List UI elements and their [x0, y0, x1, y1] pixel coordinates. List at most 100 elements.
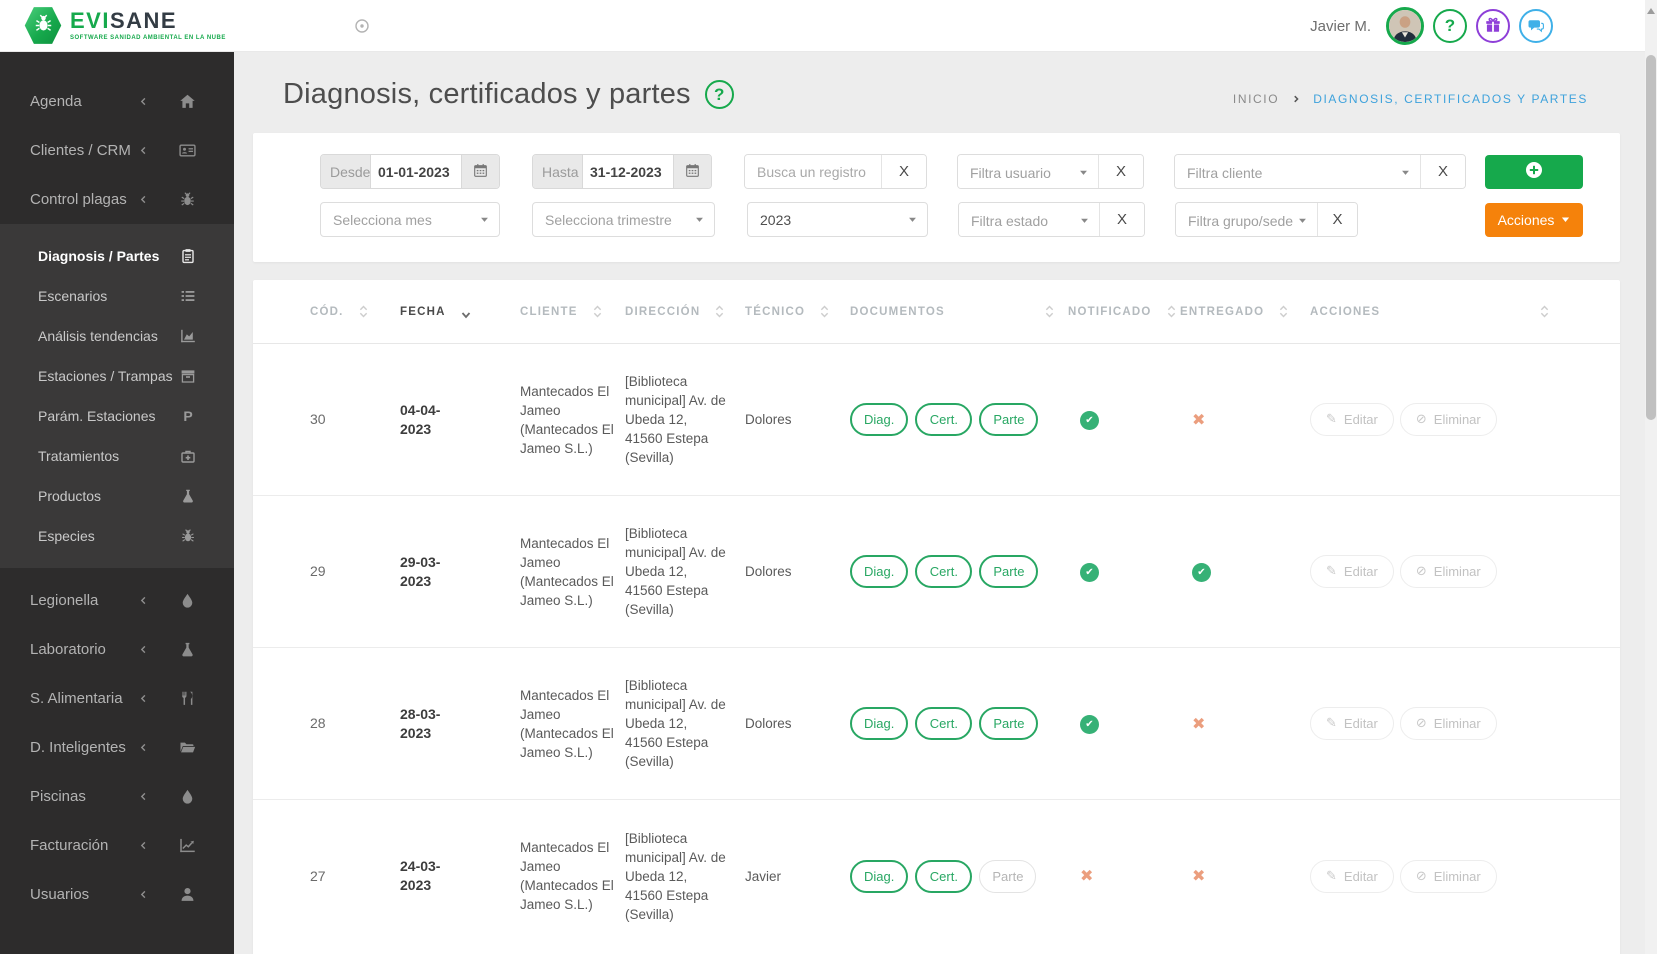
diag-document-button[interactable]: Diag.	[850, 555, 909, 588]
cert-document-button[interactable]: Cert.	[915, 555, 973, 588]
user-name[interactable]: Javier M.	[1310, 18, 1371, 35]
date-to-input[interactable]	[583, 155, 673, 188]
clear-user-filter-button[interactable]: X	[1098, 155, 1143, 188]
idcard-icon	[179, 142, 196, 159]
row-documents: Diag. Cert. Parte	[850, 859, 1068, 893]
cert-document-button[interactable]: Cert.	[915, 403, 973, 436]
delete-button[interactable]: ⊘ Eliminar	[1399, 707, 1497, 740]
row-documents: Diag. Cert. Parte	[850, 707, 1068, 740]
window-scrollbar[interactable]	[1645, 0, 1657, 954]
chat-button[interactable]	[1519, 9, 1553, 43]
delete-button[interactable]: ⊘ Eliminar	[1399, 859, 1497, 893]
app-logo[interactable]: EVISANE SOFTWARE SANIDAD AMBIENTAL EN LA…	[24, 6, 226, 46]
table-row: 29 29-03-2023 Mantecados El Jameo (Mante…	[253, 496, 1620, 648]
row-delivered: ✖	[1180, 410, 1310, 430]
sidebar-item-usuarios[interactable]: Usuarios	[0, 870, 234, 919]
sidebar-subitem-diagnosis-partes[interactable]: Diagnosis / Partes	[0, 236, 234, 276]
scrollbar-up-arrow[interactable]	[1647, 8, 1655, 14]
sort-icon[interactable]	[359, 304, 368, 319]
help-button[interactable]: ?	[1433, 9, 1467, 43]
edit-button[interactable]: ✎ Editar	[1310, 555, 1394, 588]
col-header-direccion[interactable]: DIRECCIÓN	[625, 304, 745, 319]
edit-button[interactable]: ✎ Editar	[1310, 403, 1394, 436]
sort-icon[interactable]	[820, 304, 829, 319]
clear-group-site-filter-button[interactable]: X	[1317, 203, 1357, 236]
sidebar-subitem-an-lisis-tendencias[interactable]: Análisis tendencias	[0, 316, 234, 356]
sort-icon[interactable]	[593, 304, 602, 319]
filter-state-select[interactable]: Filtra estado	[959, 203, 1099, 236]
filter-group-site-select[interactable]: Filtra grupo/sede	[1176, 203, 1317, 236]
row-actions: ✎ Editar ⊘ Eliminar	[1310, 403, 1563, 436]
col-header-entregado[interactable]: ENTREGADO	[1180, 304, 1310, 319]
col-header-notificado[interactable]: NOTIFICADO	[1068, 304, 1180, 319]
diag-document-button[interactable]: Diag.	[850, 707, 909, 740]
diag-document-button[interactable]: Diag.	[850, 403, 909, 436]
diag-document-button[interactable]: Diag.	[850, 859, 909, 893]
edit-button[interactable]: ✎ Editar	[1310, 859, 1394, 893]
date-from-input[interactable]	[371, 155, 461, 188]
parte-document-button[interactable]: Parte	[979, 555, 1039, 588]
sort-icon[interactable]	[1279, 304, 1288, 319]
gift-button[interactable]	[1476, 9, 1510, 43]
col-header-cod[interactable]: CÓD.	[310, 304, 400, 319]
calendar-button[interactable]	[461, 155, 499, 188]
sort-icon[interactable]	[1540, 304, 1549, 319]
sidebar-item-legionella[interactable]: Legionella	[0, 576, 234, 625]
col-header-fecha[interactable]: FECHA	[400, 304, 520, 320]
parte-document-button[interactable]: Parte	[979, 707, 1039, 740]
sidebar-item-facturaci-n[interactable]: Facturación	[0, 821, 234, 870]
col-header-cliente[interactable]: CLIENTE	[520, 304, 625, 319]
sidebar-item-d-inteligentes[interactable]: D. Inteligentes	[0, 723, 234, 772]
sidebar-subitem-tratamientos[interactable]: Tratamientos	[0, 436, 234, 476]
sort-icon[interactable]	[715, 304, 724, 319]
sidebar-subitem-escenarios[interactable]: Escenarios	[0, 276, 234, 316]
parte-document-button[interactable]: Parte	[979, 403, 1039, 436]
search-input[interactable]	[745, 155, 881, 188]
delete-button[interactable]: ⊘ Eliminar	[1399, 555, 1497, 588]
sidebar-item-s-alimentaria[interactable]: S. Alimentaria	[0, 674, 234, 723]
sidebar-subitem-estaciones-trampas[interactable]: Estaciones / Trampas	[0, 356, 234, 396]
sidebar-item-control-plagas[interactable]: Control plagas	[0, 175, 234, 224]
edit-button[interactable]: ✎ Editar	[1310, 707, 1394, 740]
col-header-documentos[interactable]: DOCUMENTOS	[850, 304, 1068, 319]
col-header-tecnico[interactable]: TÉCNICO	[745, 304, 850, 319]
col-header-acciones[interactable]: ACCIONES	[1310, 304, 1563, 319]
sort-icon[interactable]	[1167, 304, 1176, 319]
sidebar-item-piscinas[interactable]: Piscinas	[0, 772, 234, 821]
sort-icon[interactable]	[1045, 304, 1054, 319]
sidebar-subitem-par-m-estaciones[interactable]: Parám. Estaciones P	[0, 396, 234, 436]
clear-state-filter-button[interactable]: X	[1099, 203, 1144, 236]
month-select[interactable]: Selecciona mes	[320, 202, 500, 237]
sidebar-item-clientes-crm[interactable]: Clientes / CRM	[0, 126, 234, 175]
delete-button[interactable]: ⊘ Eliminar	[1399, 403, 1497, 436]
acciones-button[interactable]: Acciones	[1485, 202, 1583, 237]
cert-document-button[interactable]: Cert.	[915, 859, 973, 893]
logo-hexagon	[24, 7, 62, 44]
calendar-button[interactable]	[673, 155, 711, 188]
row-address: [Biblioteca municipal] Av. de Ubeda 12, …	[625, 526, 726, 617]
breadcrumb-home[interactable]: INICIO	[1233, 92, 1279, 106]
sort-desc-icon[interactable]	[461, 310, 471, 320]
sidebar-submenu: Diagnosis / Partes Escenarios Análisis t…	[0, 224, 234, 568]
row-client: Mantecados El Jameo (Mantecados El Jameo…	[520, 383, 614, 456]
chevron-left-icon	[138, 96, 149, 107]
scrollbar-thumb[interactable]	[1646, 55, 1656, 420]
clear-client-filter-button[interactable]: X	[1420, 155, 1465, 188]
quarter-select[interactable]: Selecciona trimestre	[532, 202, 715, 237]
cert-document-button[interactable]: Cert.	[915, 707, 973, 740]
sidebar-item-agenda[interactable]: Agenda	[0, 77, 234, 126]
sidebar-item-laboratorio[interactable]: Laboratorio	[0, 625, 234, 674]
clear-search-button[interactable]: X	[881, 155, 926, 188]
year-select[interactable]: 2023	[747, 202, 928, 237]
add-record-button[interactable]	[1485, 154, 1583, 189]
avatar[interactable]	[1386, 7, 1424, 45]
filter-user-select[interactable]: Filtra usuario	[958, 155, 1098, 188]
search-group: X	[744, 154, 927, 189]
sidebar-subitem-especies[interactable]: Especies	[0, 516, 234, 556]
caret-down-icon	[908, 215, 917, 224]
parte-document-button[interactable]: Parte	[979, 859, 1037, 893]
filter-client-select[interactable]: Filtra cliente	[1175, 155, 1420, 188]
title-help-button[interactable]: ?	[704, 80, 734, 109]
target-icon[interactable]	[354, 18, 370, 34]
sidebar-subitem-productos[interactable]: Productos	[0, 476, 234, 516]
